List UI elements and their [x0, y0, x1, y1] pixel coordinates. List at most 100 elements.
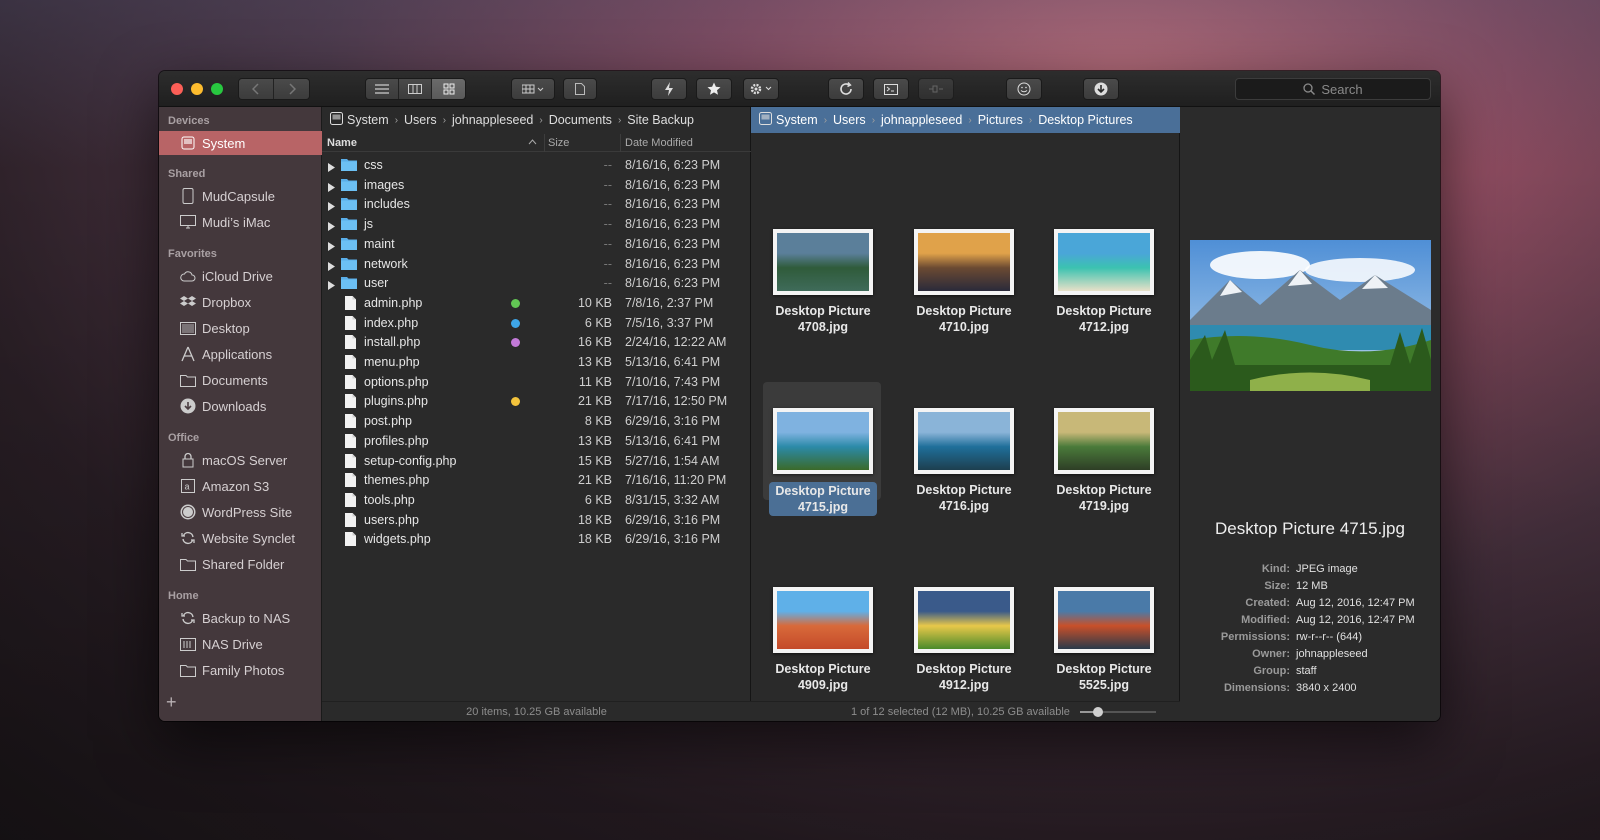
- disclosure-triangle-icon[interactable]: [328, 240, 335, 254]
- thumbnail-caption[interactable]: Desktop Picture 4719.jpg: [1044, 482, 1164, 514]
- thumbnail-caption[interactable]: Desktop Picture 5525.jpg: [1044, 661, 1164, 693]
- sidebar-item-website-synclet[interactable]: Website Synclet: [159, 526, 322, 550]
- close-window-button[interactable]: [171, 83, 183, 95]
- breadcrumb-item[interactable]: Users: [404, 113, 437, 127]
- sidebar-item-downloads[interactable]: Downloads: [159, 394, 322, 418]
- download-button[interactable]: [1083, 78, 1119, 100]
- column-date-modified[interactable]: Date Modified: [625, 137, 693, 149]
- table-row[interactable]: index.php 6 KB 7/5/16, 3:37 PM: [322, 313, 752, 333]
- sidebar-item-shared-folder[interactable]: Shared Folder: [159, 552, 322, 576]
- table-row[interactable]: network -- 8/16/16, 6:23 PM: [322, 254, 752, 274]
- column-size[interactable]: Size: [548, 137, 569, 149]
- table-row[interactable]: menu.php 13 KB 5/13/16, 6:41 PM: [322, 352, 752, 372]
- zoom-slider[interactable]: [1079, 706, 1156, 717]
- disclosure-triangle-icon[interactable]: [328, 260, 335, 274]
- sidebar-item-wordpress-site[interactable]: WordPress Site: [159, 500, 322, 524]
- emoji-button[interactable]: [1006, 78, 1042, 100]
- column-name[interactable]: Name: [327, 137, 357, 149]
- column-view-button[interactable]: [399, 79, 432, 99]
- zoom-window-button[interactable]: [211, 83, 223, 95]
- table-row[interactable]: themes.php 21 KB 7/16/16, 11:20 PM: [322, 470, 752, 490]
- table-row[interactable]: setup-config.php 15 KB 5/27/16, 1:54 AM: [322, 451, 752, 471]
- thumbnail-image[interactable]: [773, 229, 873, 295]
- download-icon: [180, 398, 196, 414]
- sidebar-item-amazon-s3[interactable]: a Amazon S3: [159, 474, 322, 498]
- sidebar-item-system[interactable]: System: [159, 131, 322, 155]
- forward-button[interactable]: [274, 79, 309, 99]
- sidebar-item-backup-to-nas[interactable]: Backup to NAS: [159, 606, 322, 630]
- thumbnail-caption[interactable]: Desktop Picture 4909.jpg: [763, 661, 883, 693]
- sort-ascending-icon[interactable]: [528, 136, 537, 148]
- search-field[interactable]: Search: [1235, 78, 1431, 100]
- thumbnail-caption[interactable]: Desktop Picture 4710.jpg: [904, 303, 1024, 335]
- thumbnail-photo: [918, 412, 1010, 470]
- thumbnail-caption[interactable]: Desktop Picture 4712.jpg: [1044, 303, 1164, 335]
- sidebar-item-mudcapsule[interactable]: MudCapsule: [159, 184, 322, 208]
- quick-action-button[interactable]: [651, 78, 687, 100]
- breadcrumb-item[interactable]: johnappleseed: [452, 113, 533, 127]
- sidebar-item-macos-server[interactable]: macOS Server: [159, 448, 322, 472]
- thumbnail-image[interactable]: [914, 587, 1014, 653]
- thumbnail-image[interactable]: [773, 587, 873, 653]
- breadcrumb-item[interactable]: System: [776, 113, 818, 127]
- breadcrumb-item[interactable]: Pictures: [978, 113, 1023, 127]
- arrange-menu-button[interactable]: [511, 78, 555, 100]
- breadcrumb-item[interactable]: Desktop Pictures: [1038, 113, 1132, 127]
- terminal-button[interactable]: [873, 78, 909, 100]
- sidebar-item-dropbox[interactable]: Dropbox: [159, 290, 322, 314]
- add-location-button[interactable]: +: [166, 692, 177, 713]
- list-view-button[interactable]: [366, 79, 399, 99]
- icon-view-button[interactable]: [432, 79, 465, 99]
- table-row[interactable]: user -- 8/16/16, 6:23 PM: [322, 273, 752, 293]
- thumbnail-image[interactable]: [914, 229, 1014, 295]
- thumbnail-image[interactable]: [1054, 408, 1154, 474]
- back-button[interactable]: [239, 79, 274, 99]
- table-row[interactable]: css -- 8/16/16, 6:23 PM: [322, 155, 752, 175]
- breadcrumb-item[interactable]: Documents: [549, 113, 612, 127]
- table-row[interactable]: includes -- 8/16/16, 6:23 PM: [322, 194, 752, 214]
- breadcrumb-item[interactable]: Site Backup: [627, 113, 694, 127]
- table-row[interactable]: install.php 16 KB 2/24/16, 12:22 AM: [322, 332, 752, 352]
- sidebar-item-nas-drive[interactable]: NAS Drive: [159, 632, 322, 656]
- table-row[interactable]: users.php 18 KB 6/29/16, 3:16 PM: [322, 510, 752, 530]
- slider-knob[interactable]: [1093, 706, 1104, 717]
- thumbnail-caption[interactable]: Desktop Picture 4715.jpg: [763, 482, 883, 516]
- sidebar-item-documents[interactable]: Documents: [159, 368, 322, 392]
- thumbnail-image[interactable]: [1054, 587, 1154, 653]
- minimize-window-button[interactable]: [191, 83, 203, 95]
- table-row[interactable]: options.php 11 KB 7/10/16, 7:43 PM: [322, 372, 752, 392]
- disclosure-triangle-icon[interactable]: [328, 181, 335, 195]
- table-row[interactable]: post.php 8 KB 6/29/16, 3:16 PM: [322, 411, 752, 431]
- table-row[interactable]: plugins.php 21 KB 7/17/16, 12:50 PM: [322, 391, 752, 411]
- thumbnail-caption[interactable]: Desktop Picture 4708.jpg: [763, 303, 883, 335]
- new-file-button[interactable]: [563, 78, 597, 100]
- table-row[interactable]: profiles.php 13 KB 5/13/16, 6:41 PM: [322, 431, 752, 451]
- breadcrumb-item[interactable]: System: [347, 113, 389, 127]
- connect-button[interactable]: [918, 78, 954, 100]
- table-row[interactable]: images -- 8/16/16, 6:23 PM: [322, 175, 752, 195]
- table-row[interactable]: tools.php 6 KB 8/31/15, 3:32 AM: [322, 490, 752, 510]
- disclosure-triangle-icon[interactable]: [328, 279, 335, 293]
- table-row[interactable]: widgets.php 18 KB 6/29/16, 3:16 PM: [322, 529, 752, 549]
- sidebar-item-desktop[interactable]: Desktop: [159, 316, 322, 340]
- breadcrumb-item[interactable]: Users: [833, 113, 866, 127]
- sidebar-item-family-photos[interactable]: Family Photos: [159, 658, 322, 682]
- disclosure-triangle-icon[interactable]: [328, 220, 335, 234]
- sync-button[interactable]: [828, 78, 864, 100]
- sidebar-item-imac[interactable]: Mudi’s iMac: [159, 210, 322, 234]
- sidebar-item-applications[interactable]: Applications: [159, 342, 322, 366]
- thumbnail-caption[interactable]: Desktop Picture 4716.jpg: [904, 482, 1024, 514]
- breadcrumb-item[interactable]: johnappleseed: [881, 113, 962, 127]
- favorites-button[interactable]: [696, 78, 732, 100]
- thumbnail-image[interactable]: [773, 408, 873, 474]
- table-row[interactable]: js -- 8/16/16, 6:23 PM: [322, 214, 752, 234]
- thumbnail-image[interactable]: [914, 408, 1014, 474]
- thumbnail-image[interactable]: [1054, 229, 1154, 295]
- table-row[interactable]: maint -- 8/16/16, 6:23 PM: [322, 234, 752, 254]
- disclosure-triangle-icon[interactable]: [328, 200, 335, 214]
- thumbnail-caption[interactable]: Desktop Picture 4912.jpg: [904, 661, 1024, 693]
- action-menu-button[interactable]: [743, 78, 779, 100]
- sidebar-item-icloud-drive[interactable]: iCloud Drive: [159, 264, 322, 288]
- disclosure-triangle-icon[interactable]: [328, 161, 335, 175]
- table-row[interactable]: admin.php 10 KB 7/8/16, 2:37 PM: [322, 293, 752, 313]
